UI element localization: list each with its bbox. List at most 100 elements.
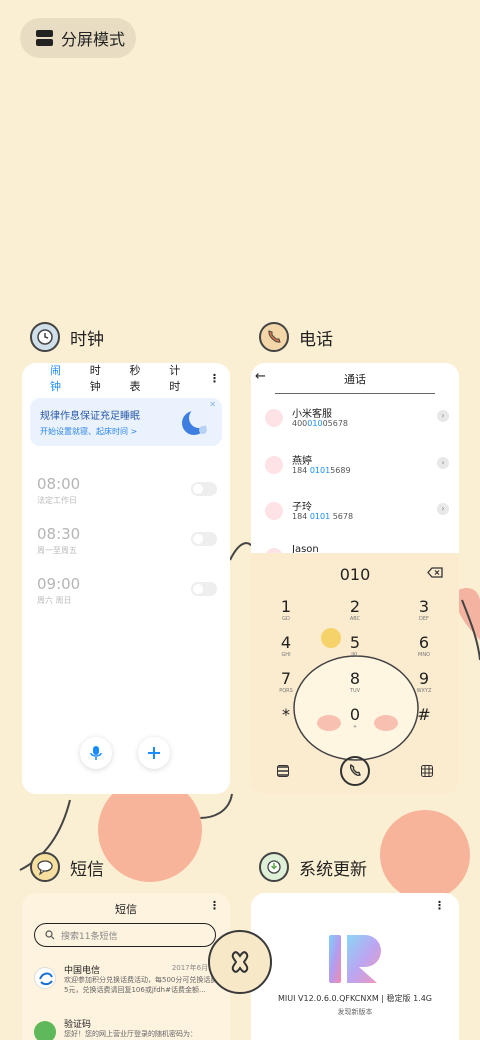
tab-stopwatch[interactable]: 秒表 [130,363,152,394]
alarm-time: 09:00 [37,575,81,593]
dial-key-8[interactable]: 8 TUV [340,669,370,694]
sms-title: 短信 [115,903,137,916]
avatar [265,502,283,520]
dial-key-9[interactable]: 9 WXYZ [409,669,439,694]
call-log: ← 通话 小米客服 40001005678 › 燕婷 184 01015689 … [251,363,459,566]
app-header-update: 系统更新 [259,852,367,882]
split-screen-label: 分屏模式 [61,30,126,49]
app-header-sms: 短信 [30,852,104,882]
contact-number: 40001005678 [292,419,349,428]
update-app-card[interactable]: ⋮ MIUI V12.0.6.0.QFKCNXM | 稳定版 1.4G 发现新版… [251,893,459,1040]
dial-key-2[interactable]: 2 ABC [340,597,370,622]
update-subtitle: 发现新版本 [337,1008,373,1016]
dial-key-0[interactable]: 0 + [340,705,370,730]
contact-item[interactable]: 子玲 184 0101 5678 › [265,498,451,528]
contact-name: 燕婷 [292,456,312,467]
phone-app-card[interactable]: ← 通话 小米客服 40001005678 › 燕婷 184 01015689 … [251,363,459,794]
update-app-icon [259,852,289,882]
app-name: 系统更新 [299,859,367,880]
sleep-banner[interactable]: 规律作息保证充足睡眠 开始设置就寝、起床时间 > ✕ [30,398,222,446]
contact-name: 子玲 [292,502,312,513]
more-menu-icon[interactable]: ⋮ [209,372,220,385]
phone-icon [349,764,361,776]
tab-timer[interactable]: 计时 [169,363,191,394]
message-item[interactable]: 中国电信 2017年6月30日 欢迎参加积分兑换话费活动，每500分可兑换话费5… [34,963,224,1003]
app-header-phone: 电话 [259,322,333,352]
alarm-item[interactable]: 08:30 周一至周五 [37,525,217,559]
clock-app-icon [30,322,60,352]
app-name: 时钟 [70,329,104,350]
contact-item[interactable]: 小米客服 40001005678 › [265,405,451,435]
dial-key-1[interactable]: 1 GD [271,597,301,622]
clock-tabs: 闹钟 时钟 秒表 计时 ⋮ [50,364,220,393]
dial-key-7[interactable]: 7 PQRS [271,669,301,694]
app-header-clock: 时钟 [30,322,104,352]
tab-alarm[interactable]: 闹钟 [50,363,72,394]
avatar [265,409,283,427]
microphone-icon [90,746,102,760]
more-menu-icon[interactable]: ⋮ [209,899,220,912]
close-banner-icon[interactable]: ✕ [209,400,216,409]
dial-key-5[interactable]: 5 JKL [340,633,370,658]
alarm-toggle[interactable] [191,532,217,546]
sender-name: 中国电信 [64,966,101,976]
message-item[interactable]: 验证码 您好！您的网上营业厅登录的随机密码为：710679，有效时间为3分钟 [34,1017,224,1040]
alarm-time: 08:30 [37,525,81,543]
sender-name: 验证码 [64,1020,92,1030]
split-screen-button[interactable]: 分屏模式 [20,18,136,58]
tab-clock[interactable]: 时钟 [90,363,112,394]
dial-key-3[interactable]: 3 DEF [409,597,439,622]
chevron-right-icon[interactable]: › [437,457,449,469]
contact-name: 小米客服 [292,409,332,420]
message-preview: 欢迎参加积分兑换话费活动，每500分可兑换话费5元，兑换话费请回复106或jfd… [64,976,218,994]
alarm-item[interactable]: 09:00 周六 周日 [37,575,217,609]
message-preview: 您好！您的网上营业厅登录的随机密码为：710679，有效时间为3分钟 [64,1030,197,1040]
split-screen-icon [36,30,53,46]
dial-actions [251,756,459,786]
miui12-logo-icon [329,935,381,983]
alarm-time: 08:00 [37,475,81,493]
add-alarm-button[interactable] [138,737,170,769]
divider [275,393,435,394]
contact-item[interactable]: 燕婷 184 01015689 › [265,452,451,482]
search-icon [45,930,55,940]
phone-app-icon [259,322,289,352]
more-menu-icon[interactable]: ⋮ [434,899,445,912]
chevron-right-icon[interactable]: › [437,503,449,515]
search-placeholder: 搜索11条短信 [61,931,118,942]
dial-key-4[interactable]: 4 GHI [271,633,301,658]
moon-icon [182,408,208,435]
version-text: MIUI V12.0.6.0.QFKCNXM | 稳定版 1.4G [277,994,433,1003]
dial-key-6[interactable]: 6 MNO [409,633,439,658]
dial-pad: 010 1 GD 2 ABC 3 DEF 4 GHI 5 JKL 6 MNO 7 PQRS 8… [251,553,459,794]
alarm-repeat: 法定工作日 [37,496,77,505]
sms-search-input[interactable]: 搜索11条短信 [34,923,216,947]
voice-button[interactable] [80,737,112,769]
menu-icon[interactable] [277,765,289,777]
alarm-toggle[interactable] [191,582,217,596]
phone-title: 通话 [344,373,366,386]
dialpad-icon[interactable] [421,765,433,777]
avatar [265,456,283,474]
sms-app-card[interactable]: 短信 ⋮ 搜索11条短信 中国电信 2017年6月30日 欢迎参加积分兑换话费活… [22,893,230,1040]
call-button[interactable] [340,756,370,786]
alarm-repeat: 周六 周日 [37,596,72,605]
plus-icon [148,747,160,759]
dial-key-hash[interactable]: # [409,705,439,724]
dial-key-star[interactable]: * [271,705,301,724]
contact-number: 184 0101 5678 [292,512,354,521]
close-icon [231,951,249,973]
alarm-toggle[interactable] [191,482,217,496]
app-name: 短信 [70,859,104,880]
clock-app-card[interactable]: 闹钟 时钟 秒表 计时 ⋮ 规律作息保证充足睡眠 开始设置就寝、起床时间 > ✕… [22,363,230,794]
backspace-icon[interactable] [427,567,443,578]
alarm-repeat: 周一至周五 [37,546,77,555]
sms-app-icon [30,852,60,882]
alarm-item[interactable]: 08:00 法定工作日 [37,475,217,509]
chevron-right-icon[interactable]: › [437,410,449,422]
clear-all-button[interactable] [208,930,272,994]
app-name: 电话 [299,329,333,350]
verification-icon [34,1021,56,1040]
telecom-logo-icon [34,967,56,989]
contact-number: 184 01015689 [292,466,351,475]
